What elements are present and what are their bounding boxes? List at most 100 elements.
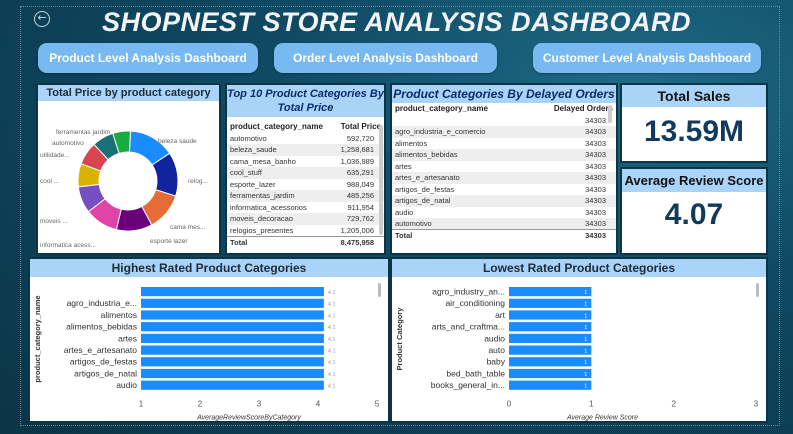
value-cell: 34303 — [529, 126, 616, 138]
table-row: cama_mesa_banho 1,036,989 — [227, 156, 384, 168]
bar[interactable] — [141, 357, 324, 367]
category-label: agro_industria_e... — [67, 298, 137, 308]
bar[interactable] — [141, 368, 324, 379]
value-cell: 1,036,989 — [340, 156, 374, 166]
bar[interactable] — [141, 345, 324, 355]
top10-scrollbar[interactable] — [379, 125, 383, 235]
column-header[interactable]: Total Price — [334, 121, 384, 133]
bar[interactable] — [509, 333, 592, 343]
category-cell: beleza_saude — [227, 144, 334, 156]
data-label: 4.1 — [328, 372, 336, 378]
value-cell: 34303 — [529, 172, 616, 184]
category-label: artigos_de_festas — [70, 357, 137, 367]
bar[interactable] — [141, 298, 324, 308]
highest-rated-panel: Highest Rated Product Categories 4.1 agro… — [28, 257, 390, 423]
bar[interactable] — [141, 380, 324, 390]
delayed-scrollbar[interactable] — [608, 105, 612, 123]
category-label: alimentos — [101, 310, 137, 320]
bar[interactable] — [141, 333, 324, 343]
bar[interactable] — [509, 345, 592, 355]
table-row: relogios_presentes 1,205,006 — [227, 225, 384, 237]
category-cell — [392, 115, 529, 127]
table-row: ferramentas_jardim 485,256 — [227, 190, 384, 202]
table-row: artes 34303 — [392, 161, 616, 173]
category-label: agro_industry_an... — [432, 287, 505, 297]
category-cell: cama_mesa_banho — [230, 156, 296, 166]
value-cell: 34303 — [585, 138, 606, 148]
slice-label: ferramentas jardim — [56, 129, 110, 136]
column-header[interactable]: product_category_name — [392, 103, 529, 115]
x-axis-title: AverageReviewScoreByCategory — [196, 414, 301, 421]
table-row: automotivo 592,720 — [227, 133, 384, 145]
data-label: 1 — [584, 349, 587, 355]
lowest-rated-title: Lowest Rated Product Categories — [392, 259, 766, 277]
avg-review-card: Average Review Score 4.07 — [620, 167, 768, 255]
x-tick-label: 2 — [671, 399, 676, 408]
bar[interactable] — [509, 322, 592, 332]
x-axis-title: Average Review Score — [566, 414, 638, 421]
x-tick-label: 3 — [754, 399, 759, 408]
column-header[interactable]: Delayed Orders — [529, 103, 616, 115]
category-label: auto — [488, 345, 505, 355]
total-sales-value: 13.59M — [643, 115, 745, 148]
table-row: artes_e_artesanato 34303 — [392, 172, 616, 184]
total-value: 8,475,958 — [333, 235, 384, 248]
category-label: artes — [118, 333, 137, 343]
slice-label: informatica acess... — [40, 242, 96, 249]
total-row: Total 8,475,958 — [227, 235, 384, 248]
bar[interactable] — [509, 310, 592, 320]
value-cell: 34303 — [529, 149, 616, 161]
data-label: 1 — [584, 302, 587, 308]
product-level-button[interactable]: Product Level Analysis Dashboard — [38, 43, 258, 73]
data-label: 1 — [584, 313, 587, 319]
data-label: 1 — [584, 337, 587, 343]
table-row: cool_stuff 635,291 — [227, 167, 384, 179]
order-level-button[interactable]: Order Level Analysis Dashboard — [274, 43, 497, 73]
table-row: alimentos_bebidas 34303 — [392, 149, 616, 161]
value-cell: 34303 — [585, 207, 606, 217]
category-label: artigos_de_natal — [74, 368, 137, 378]
table-row: alimentos 34303 — [392, 138, 616, 150]
bar[interactable] — [141, 322, 324, 332]
bar[interactable] — [509, 287, 592, 297]
y-axis-title: product_category_name — [33, 295, 42, 382]
total-value: 34303 — [529, 229, 616, 241]
value-cell: 911,954 — [347, 202, 374, 212]
slice-label: utilidade... — [40, 152, 70, 159]
total-sales-label: Total Sales — [622, 85, 766, 107]
data-label: 4.1 — [328, 349, 336, 355]
table-row: artigos_de_festas 34303 — [392, 184, 616, 196]
table-row: audio 34303 — [392, 207, 616, 219]
category-cell: audio — [395, 207, 414, 217]
category-cell: informatica_acessorios — [230, 202, 307, 212]
bar[interactable] — [509, 368, 592, 379]
avg-review-label: Average Review Score — [622, 169, 766, 192]
category-label: baby — [487, 357, 506, 367]
bar[interactable] — [141, 287, 324, 297]
category-cell: esporte_lazer — [230, 179, 276, 189]
table-row: beleza_saude 1,258,681 — [227, 144, 384, 156]
total-label: Total — [392, 229, 530, 241]
top10-title: Top 10 Product Categories By Total Price — [227, 85, 384, 117]
bar[interactable] — [509, 357, 592, 367]
column-header[interactable]: product_category_name — [227, 121, 334, 133]
value-cell: 729,762 — [333, 213, 384, 225]
category-label: artes_e_artesanato — [64, 345, 138, 355]
top10-table: product_category_name Total Price automoti… — [227, 121, 384, 248]
x-tick-label: 1 — [139, 399, 144, 408]
bar[interactable] — [509, 298, 592, 308]
customer-level-button[interactable]: Customer Level Analysis Dashboard — [533, 43, 761, 73]
delayed-panel: Product Categories By Delayed Orders pro… — [390, 83, 618, 255]
chart-scrollbar[interactable] — [378, 283, 381, 297]
category-cell: relogios_presentes — [230, 225, 294, 235]
chart-scrollbar[interactable] — [756, 283, 759, 297]
total-label: Total — [227, 235, 334, 248]
category-cell: artigos_de_natal — [392, 195, 530, 207]
data-label: 1 — [584, 290, 587, 296]
data-label: 1 — [584, 372, 587, 378]
bar[interactable] — [509, 380, 592, 390]
table-row: artigos_de_natal 34303 — [392, 195, 616, 207]
category-label: audio — [116, 380, 137, 390]
bar[interactable] — [141, 310, 324, 320]
lowest-rated-panel: Lowest Rated Product Categories agro_ind… — [390, 257, 768, 423]
